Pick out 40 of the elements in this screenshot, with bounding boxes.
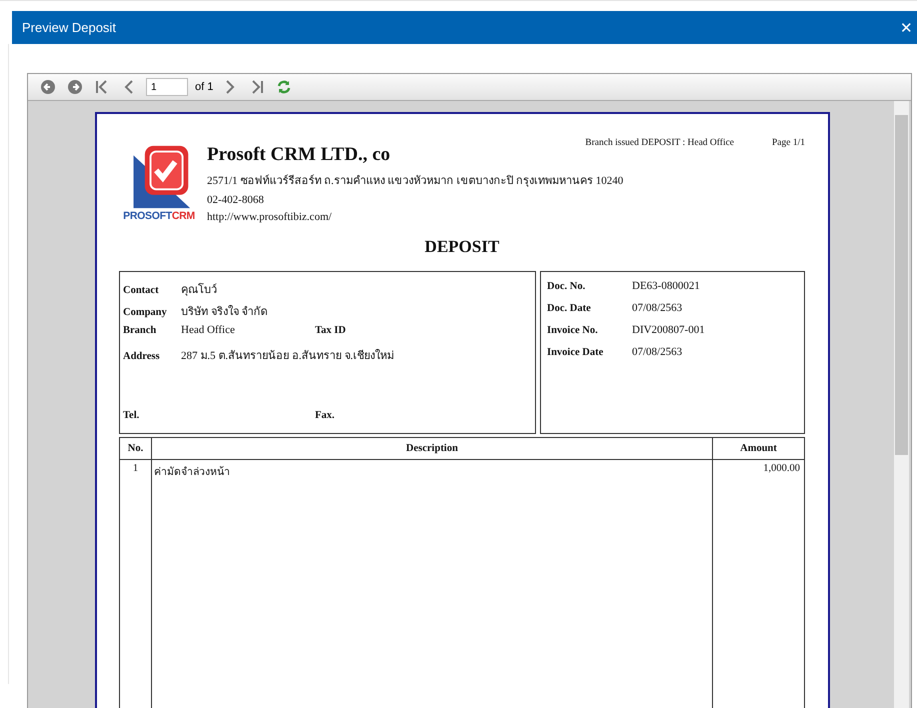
field-label: Contact (123, 285, 160, 296)
field-value: 07/08/2563 (632, 302, 682, 314)
field-label: Invoice Date (547, 347, 604, 358)
close-button[interactable]: ✕ (896, 18, 917, 36)
column-header: Description (152, 438, 712, 460)
page-number-field[interactable]: 1 (146, 78, 188, 96)
window-title: Preview Deposit (21, 20, 116, 35)
company-phone: 02-402-8068 (207, 194, 265, 206)
field-value: 07/08/2563 (632, 346, 682, 358)
column-header: Amount (712, 438, 804, 460)
scrollbar[interactable] (894, 101, 909, 708)
field-label: Doc. Date (547, 303, 592, 314)
field-value: 287 ม.5 ต.สันทรายน้อย อ.สันทราย จ.เชียงใหม่ (181, 348, 394, 364)
field-label: Company (123, 307, 168, 318)
company-website: http://www.prosoftibiz.com/ (207, 211, 333, 223)
column-header: No. (120, 438, 152, 460)
document-title: DEPOSIT (424, 237, 500, 257)
back-icon[interactable] (40, 79, 56, 95)
company-name: Prosoft CRM LTD., co (207, 144, 392, 166)
field-label: Tel. (123, 410, 140, 421)
field-value: DIV200807-001 (632, 324, 705, 336)
table-cell: ค่ามัดจำล่วงหน้า (152, 460, 712, 483)
field-label: Fax. (315, 410, 336, 421)
page-number: Page 1/1 (772, 138, 805, 148)
field-value: Head Office (181, 324, 236, 336)
field-value: DE63-0800021 (632, 280, 700, 292)
field-label: Branch (123, 325, 158, 336)
field-label: Tax ID (315, 325, 347, 336)
logo-text: PROSOFTCRM (123, 210, 195, 222)
forward-icon[interactable] (67, 79, 83, 95)
company-address: 2571/1 ซอฟท์แวร์รีสอร์ท ถ.รามคำแหง แขวงหัวหมาก เขตบางกะปิ กรุงเทพมหานคร 10240 (207, 174, 624, 189)
refresh-icon[interactable] (276, 79, 292, 95)
table-cell: 1 (120, 460, 152, 483)
field-value: บริษัท จริงใจ จำกัด (181, 304, 268, 320)
field-value: คุณโบว์ (181, 282, 217, 298)
field-label: Doc. No. (547, 281, 586, 292)
page-count: of 1 (195, 81, 214, 93)
branch-issued: Branch issued DEPOSIT : Head Office (585, 138, 734, 148)
field-label: Address (123, 351, 161, 362)
field-label: Invoice No. (547, 325, 599, 336)
